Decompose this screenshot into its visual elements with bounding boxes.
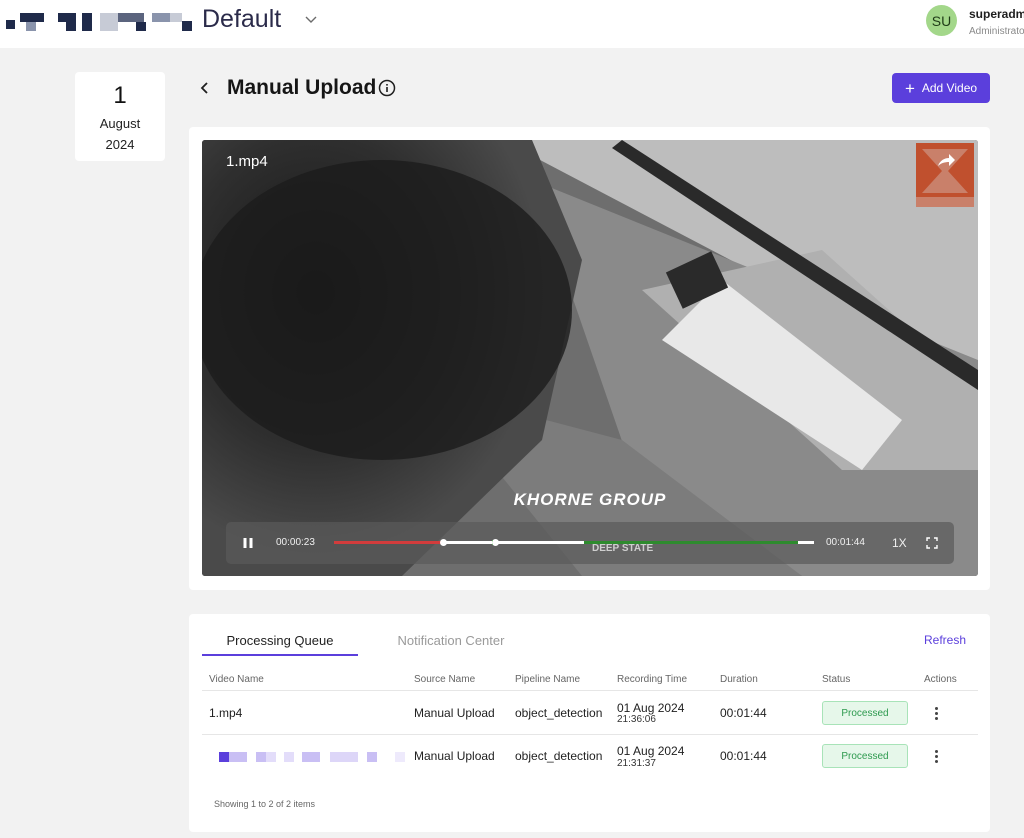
refresh-link[interactable]: Refresh [924, 633, 966, 647]
chevron-down-icon[interactable] [304, 12, 318, 26]
column-header: Pipeline Name [515, 674, 581, 685]
status-badge: Processed [822, 744, 908, 768]
avatar[interactable]: SU [926, 5, 957, 36]
pause-icon[interactable] [242, 537, 254, 549]
status-badge: Processed [822, 701, 908, 725]
page-title: Manual Upload [227, 76, 377, 99]
seek-bar-played [334, 541, 443, 544]
info-icon[interactable] [378, 79, 396, 97]
table-cell-duration: 00:01:44 [720, 749, 767, 763]
table-cell-video-name[interactable]: 1.mp4 [209, 706, 242, 720]
column-header: Actions [924, 674, 957, 685]
plus-icon: + [904, 78, 915, 98]
column-header: Recording Time [617, 674, 688, 685]
date-card[interactable]: 1 August 2024 [75, 72, 165, 161]
header-divider [202, 690, 978, 691]
user-name[interactable]: superadmi [969, 7, 1024, 21]
table-cell-recording-time: 21:31:37 [617, 758, 656, 769]
date-year: 2024 [105, 137, 135, 152]
share-icon[interactable] [936, 152, 956, 168]
more-actions-icon[interactable] [933, 750, 939, 766]
more-actions-icon[interactable] [933, 707, 939, 723]
player-controls: 00:00:23 DEEP STATE 00:01:44 1X [226, 522, 954, 564]
table-cell-source: Manual Upload [414, 749, 495, 763]
back-arrow-icon[interactable] [196, 79, 214, 97]
video-frame [202, 140, 978, 576]
table-cell-recording-date: 01 Aug 2024 [617, 744, 685, 758]
column-header: Status [822, 674, 851, 685]
add-video-button[interactable]: + Add Video [892, 73, 990, 103]
date-day: 1 [113, 82, 127, 109]
video-watermark: KHORNE GROUP [513, 490, 667, 509]
row-divider [202, 734, 978, 735]
table-cell-recording-date: 01 Aug 2024 [617, 701, 685, 715]
table-cell-pipeline: object_detection [515, 706, 603, 720]
table-cell-source: Manual Upload [414, 706, 495, 720]
brand-logo-redacted [6, 13, 192, 31]
deep-state-watermark: DEEP STATE [592, 543, 654, 554]
seek-thumb[interactable] [440, 539, 447, 546]
video-file-name: 1.mp4 [226, 153, 268, 170]
table-cell-duration: 00:01:44 [720, 706, 767, 720]
total-time: 00:01:44 [826, 537, 865, 548]
tab-processing-queue[interactable]: Processing Queue [202, 626, 358, 656]
video-player[interactable]: 1.mp4 KHORNE GROUP 00:00:23 DEEP STATE 0… [202, 140, 978, 576]
playback-speed[interactable]: 1X [892, 536, 907, 550]
table-cell-pipeline: object_detection [515, 749, 603, 763]
table-cell-video-name-redacted[interactable] [219, 752, 405, 762]
column-header: Source Name [414, 674, 476, 685]
user-role: Administrato [969, 26, 1024, 37]
current-time: 00:00:23 [276, 537, 315, 548]
top-bar: Default SU superadmi Administrato [0, 0, 1024, 48]
column-header: Duration [720, 674, 758, 685]
table-cell-recording-time: 21:36:06 [617, 714, 656, 725]
column-header: Video Name [209, 674, 264, 685]
tab-notification-center[interactable]: Notification Center [380, 626, 522, 656]
date-month: August [99, 116, 141, 131]
fullscreen-icon[interactable] [926, 537, 938, 549]
pagination-summary: Showing 1 to 2 of 2 items [214, 799, 316, 809]
workspace-name[interactable]: Default [202, 5, 281, 34]
add-video-label: Add Video [921, 81, 978, 95]
seek-marker [492, 539, 499, 546]
